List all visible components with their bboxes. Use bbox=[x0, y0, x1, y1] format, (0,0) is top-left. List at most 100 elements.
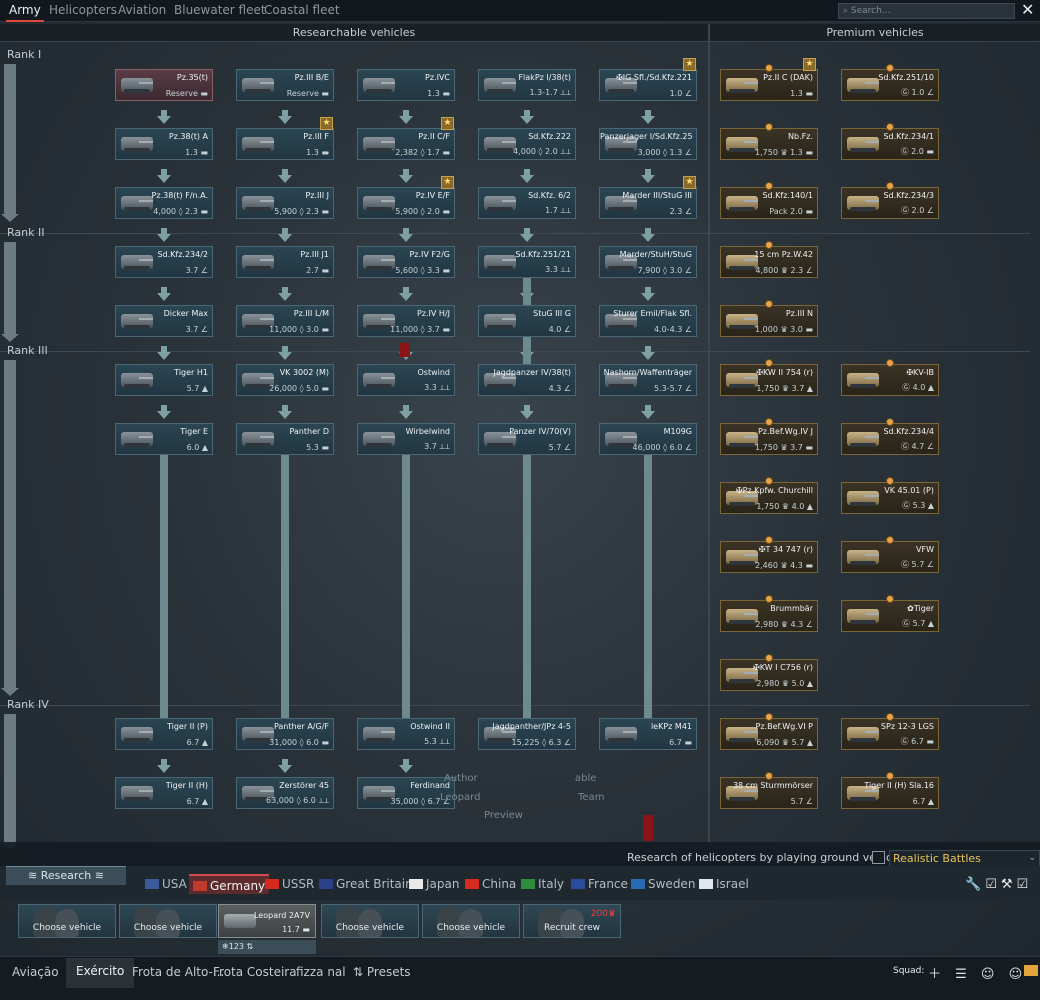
vehicle-card[interactable]: ✠Pz.Kpfw. Churchill 1,750 ♛ 4.0 ▲ bbox=[720, 482, 818, 514]
vehicle-card[interactable]: Sd.Kfz.234/1 Ⓖ 2.0 ▬ bbox=[841, 128, 939, 160]
bottom-tab[interactable]: fizza nal bbox=[296, 963, 346, 985]
crew-slot-info[interactable]: ❄123 ⇅ bbox=[218, 940, 316, 954]
vehicle-card[interactable]: FlakPz I/38(t) 1.3-1.7 ⟂⟂ bbox=[478, 69, 576, 101]
vehicle-card[interactable]: StuG III G 4.0 ∠ bbox=[478, 305, 576, 337]
vehicle-card[interactable]: 15 cm Pz.W.42 4,800 ♛ 2.3 ∠ bbox=[720, 246, 818, 278]
vehicle-card[interactable]: Tiger E 6.0 ▲ bbox=[115, 423, 213, 455]
vehicle-card[interactable]: Nashorn/Waffenträger 5.3-5.7 ∠ bbox=[599, 364, 697, 396]
vehicle-card[interactable]: Pz.IVC 1.3 ▬ bbox=[357, 69, 455, 101]
social-icons[interactable]: ＋ ☰ ☺ ☺ bbox=[928, 963, 1027, 982]
vehicle-card[interactable]: Tiger II (P) 6.7 ▲ bbox=[115, 718, 213, 750]
check-icon[interactable]: ☑ bbox=[985, 877, 1001, 892]
tab-helicopters[interactable]: Helicopters bbox=[49, 0, 117, 22]
vehicle-card[interactable]: Pz.III N 1,000 ♛ 3.0 ▬ bbox=[720, 305, 818, 337]
vehicle-card[interactable]: Pz.II C/F 2,382 ◊ 1.7 ▬ bbox=[357, 128, 455, 160]
vehicle-card[interactable]: Pz.35(t) Reserve ▬ bbox=[115, 69, 213, 101]
vehicle-card[interactable]: VFW Ⓖ 5.7 ∠ bbox=[841, 541, 939, 573]
vehicle-card[interactable]: ✿Tiger Ⓖ 5.7 ▲ bbox=[841, 600, 939, 632]
vehicle-card[interactable]: M109G 46,000 ◊ 6.0 ∠ bbox=[599, 423, 697, 455]
nation-tab-sweden[interactable]: Sweden bbox=[631, 874, 695, 894]
vehicle-card[interactable]: Sd.Kfz.222 4,000 ◊ 2.0 ⟂⟂ bbox=[478, 128, 576, 160]
vehicle-card[interactable]: Jagdpanther/JPz 4-5 15,225 ◊ 6.3 ∠ bbox=[478, 718, 576, 750]
bottom-tab[interactable]: Exército bbox=[66, 958, 135, 988]
vehicle-card[interactable]: Panther D 5.3 ▬ bbox=[236, 423, 334, 455]
tab-coastal-fleet[interactable]: Coastal fleet bbox=[264, 0, 340, 22]
wrench-icon[interactable]: 🔧 bbox=[965, 877, 985, 892]
crew-slot[interactable]: Recruit crew 200♛ bbox=[523, 904, 621, 938]
vehicle-card[interactable]: Dicker Max 3.7 ∠ bbox=[115, 305, 213, 337]
vehicle-card[interactable]: leKPz M41 6.7 ▬ bbox=[599, 718, 697, 750]
vehicle-card[interactable]: Sd.Kfz.234/3 Ⓖ 2.0 ∠ bbox=[841, 187, 939, 219]
search-input[interactable]: ⌕ Search... bbox=[838, 3, 1015, 19]
vehicle-card[interactable]: Pz.III B/E Reserve ▬ bbox=[236, 69, 334, 101]
vehicle-card[interactable]: VK 3002 (M) 26,000 ◊ 5.0 ▬ bbox=[236, 364, 334, 396]
bottom-tab[interactable]: Frota de Alto-... bbox=[132, 963, 224, 985]
filter-tools[interactable]: 🔧☑⚒☑ bbox=[965, 877, 1032, 892]
vehicle-card[interactable]: Tiger H1 5.7 ▲ bbox=[115, 364, 213, 396]
bottom-tab[interactable]: Frota Costeira bbox=[213, 963, 297, 985]
vehicle-card[interactable]: Marder/StuH/StuG 7,900 ◊ 3.0 ∠ bbox=[599, 246, 697, 278]
vehicle-card[interactable]: Pz.III F 1.3 ▬ bbox=[236, 128, 334, 160]
vehicle-card[interactable]: Sd.Kfz.140/1 Pack 2.0 ▬ bbox=[720, 187, 818, 219]
vehicle-card[interactable]: ✠T 34 747 (r) 2,460 ♛ 4.3 ▬ bbox=[720, 541, 818, 573]
close-icon[interactable]: ✕ bbox=[1021, 1, 1034, 19]
preview-button[interactable]: Preview bbox=[484, 810, 523, 821]
helicopter-research-checkbox[interactable] bbox=[872, 851, 885, 864]
vehicle-card[interactable]: Panzer IV/70(V) 5.7 ∠ bbox=[478, 423, 576, 455]
nation-tab-japan[interactable]: Japan bbox=[409, 874, 459, 894]
vehicle-card[interactable]: Sd.Kfz. 6/2 1.7 ⟂⟂ bbox=[478, 187, 576, 219]
vehicle-card[interactable]: Pz.III L/M 11,000 ◊ 3.0 ▬ bbox=[236, 305, 334, 337]
vehicle-card[interactable]: Tiger II (H) 6.7 ▲ bbox=[115, 777, 213, 809]
nation-tab-israel[interactable]: Israel bbox=[699, 874, 749, 894]
vehicle-card[interactable]: Brummbär 2,980 ♛ 4.3 ∠ bbox=[720, 600, 818, 632]
vehicle-card[interactable]: Ostwind 3.3 ⟂⟂ bbox=[357, 364, 455, 396]
vehicle-card[interactable]: Zerstörer 45 63,000 ◊ 6.0 ⟂⟂ bbox=[236, 777, 334, 809]
bottom-tab[interactable]: ⇅ Presets bbox=[353, 963, 411, 985]
vehicle-card[interactable]: Pz.IV H/J 11,000 ◊ 3.7 ▬ bbox=[357, 305, 455, 337]
crew-slot[interactable]: Choose vehicle bbox=[18, 904, 116, 938]
tab-aviation[interactable]: Aviation bbox=[118, 0, 166, 22]
vehicle-card[interactable]: ✠KW I C756 (r) 2,980 ♛ 5.0 ▲ bbox=[720, 659, 818, 691]
vehicle-card[interactable]: Sd.Kfz.251/10 Ⓖ 1.0 ∠ bbox=[841, 69, 939, 101]
nation-tab-usa[interactable]: USA bbox=[145, 874, 187, 894]
vehicle-card[interactable]: Panzerjager I/Sd.Kfz.25 3,000 ◊ 1.3 ∠ bbox=[599, 128, 697, 160]
vehicle-card[interactable]: ✠KW II 754 (r) 1,750 ♛ 3.7 ▲ bbox=[720, 364, 818, 396]
vehicle-card[interactable]: Wirbelwind 3.7 ⟂⟂ bbox=[357, 423, 455, 455]
tab-bluewater-fleet[interactable]: Bluewater fleet bbox=[174, 0, 266, 22]
bottom-tab[interactable]: Aviação bbox=[12, 963, 59, 985]
vehicle-card[interactable]: SPz 12-3 LGS Ⓖ 6.7 ▬ bbox=[841, 718, 939, 750]
crew-slot[interactable]: Choose vehicle bbox=[422, 904, 520, 938]
vehicle-card[interactable]: Tiger II (H) Sla.16 6.7 ▲ bbox=[841, 777, 939, 809]
vehicle-card[interactable]: Jagdpanzer IV/38(t) 4.3 ∠ bbox=[478, 364, 576, 396]
nation-tab-france[interactable]: France bbox=[571, 874, 628, 894]
vehicle-card[interactable]: Pz.IV E/F 5,900 ◊ 2.0 ▬ bbox=[357, 187, 455, 219]
vehicle-card[interactable]: Sd.Kfz.251/21 3.3 ⟂⟂ bbox=[478, 246, 576, 278]
nation-tab-italy[interactable]: Italy bbox=[521, 874, 564, 894]
vehicle-card[interactable]: Pz.38(t) F/n.A. 4,000 ◊ 2.3 ▬ bbox=[115, 187, 213, 219]
mail-icon[interactable] bbox=[1024, 965, 1038, 976]
vehicle-card[interactable]: Ostwind II 5.3 ⟂⟂ bbox=[357, 718, 455, 750]
vehicle-card[interactable]: Pz.III J 5,900 ◊ 2.3 ▬ bbox=[236, 187, 334, 219]
nation-tab-ussr[interactable]: USSR bbox=[265, 874, 314, 894]
crew-slot[interactable]: Choose vehicle bbox=[321, 904, 419, 938]
nation-tab-china[interactable]: China bbox=[465, 874, 516, 894]
vehicle-card[interactable]: Pz.II C (DAK) 1.3 ▬ bbox=[720, 69, 818, 101]
vehicle-card[interactable]: ✠IG Sfl./Sd.Kfz.221 1.0 ∠ bbox=[599, 69, 697, 101]
vehicle-card[interactable]: Marder III/StuG III 2.3 ∠ bbox=[599, 187, 697, 219]
check-icon[interactable]: ☑ bbox=[1017, 877, 1033, 892]
vehicle-card[interactable]: Nb.Fz. 1,750 ♛ 1.3 ▬ bbox=[720, 128, 818, 160]
vehicle-card[interactable]: Panther A/G/F 31,000 ◊ 6.0 ▬ bbox=[236, 718, 334, 750]
vehicle-card[interactable]: Pz.Bef.Wg.VI P 6,090 ♛ 5.7 ▲ bbox=[720, 718, 818, 750]
game-mode-select[interactable]: Realistic Battles ⌄ bbox=[889, 850, 1040, 867]
nation-tab-germany[interactable]: Germany bbox=[189, 874, 270, 894]
crew-slot[interactable]: Leopard 2A7V 11.7 ▬ bbox=[218, 904, 316, 938]
tab-army[interactable]: Army bbox=[6, 0, 44, 22]
vehicle-card[interactable]: Pz.Bef.Wg.IV J 1,750 ♛ 3.7 ▬ bbox=[720, 423, 818, 455]
tools-icon[interactable]: ⚒ bbox=[1001, 877, 1017, 892]
vehicle-card[interactable]: Sd.Kfz.234/2 3.7 ∠ bbox=[115, 246, 213, 278]
vehicle-card[interactable]: Sturer Emil/Flak Sfl. 4.0-4.3 ∠ bbox=[599, 305, 697, 337]
research-tab[interactable]: ≋ Research ≋ bbox=[6, 866, 126, 885]
vehicle-card[interactable]: ✠KV-IB Ⓖ 4.0 ▲ bbox=[841, 364, 939, 396]
vehicle-card[interactable]: Sd.Kfz.234/4 Ⓖ 4.7 ∠ bbox=[841, 423, 939, 455]
vehicle-card[interactable]: Pz.III J1 2.7 ▬ bbox=[236, 246, 334, 278]
